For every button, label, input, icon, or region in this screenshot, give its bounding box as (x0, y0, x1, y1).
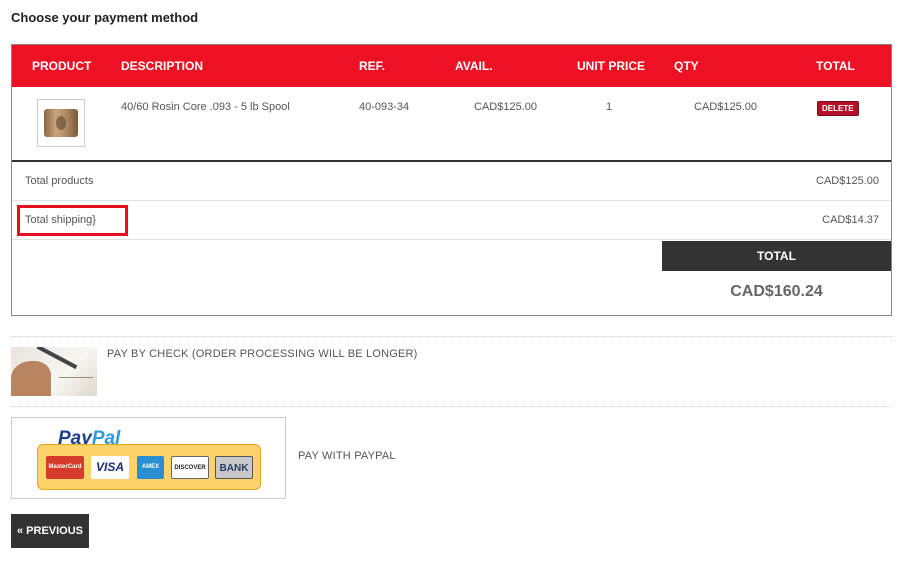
column-header-avail: AVAIL. (455, 59, 493, 73)
cart-summary-table: PRODUCT DESCRIPTION REF. AVAIL. UNIT PRI… (11, 44, 892, 316)
grand-total-header: TOTAL (662, 241, 891, 271)
total-shipping-row: Total shipping} CAD$14.37 (12, 201, 891, 240)
payment-divider (11, 406, 892, 407)
total-shipping-value: CAD$14.37 (822, 214, 879, 226)
paypal-cards-panel: MasterCard VISA AMEX DISCOVER BANK (37, 444, 261, 490)
total-products-value: CAD$125.00 (816, 175, 879, 187)
column-header-ref: REF. (359, 59, 386, 73)
pay-by-check-link[interactable]: PAY BY CHECK (ORDER PROCESSING WILL BE L… (107, 348, 418, 360)
page-title: Choose your payment method (11, 10, 199, 25)
discover-icon: DISCOVER (171, 456, 209, 479)
cart-table-header: PRODUCT DESCRIPTION REF. AVAIL. UNIT PRI… (12, 45, 891, 87)
pay-with-paypal-link[interactable]: PAY WITH PAYPAL (298, 450, 396, 462)
bank-icon: BANK (215, 456, 253, 479)
total-products-label: Total products (25, 175, 94, 187)
column-header-unit-price: UNIT PRICE (577, 59, 646, 73)
hand-icon (11, 361, 51, 396)
column-header-description: DESCRIPTION (121, 59, 204, 73)
payment-divider (11, 336, 892, 337)
item-qty: 1 (606, 101, 613, 113)
column-header-qty: QTY (674, 59, 699, 73)
delete-item-button[interactable]: DELETE (817, 101, 859, 116)
item-total: CAD$125.00 (694, 101, 757, 113)
item-unit-price: CAD$125.00 (474, 101, 537, 113)
column-header-product: PRODUCT (32, 59, 92, 73)
item-description[interactable]: 40/60 Rosin Core .093 - 5 lb Spool (121, 101, 290, 113)
paypal-option[interactable]: PayPal MasterCard VISA AMEX DISCOVER BAN… (11, 417, 286, 499)
total-shipping-label: Total shipping} (25, 214, 96, 226)
mastercard-icon: MasterCard (46, 456, 84, 479)
previous-button[interactable]: « PREVIOUS (11, 514, 89, 548)
grand-total-value: CAD$160.24 (730, 283, 823, 300)
solder-spool-image (44, 109, 78, 137)
check-payment-image[interactable] (11, 347, 97, 396)
column-header-total: TOTAL (816, 59, 855, 73)
product-thumbnail[interactable] (37, 99, 85, 147)
amex-icon: AMEX (137, 456, 164, 479)
item-ref: 40-093-34 (359, 101, 410, 113)
signature-line (59, 377, 93, 378)
cart-item-row: 40/60 Rosin Core .093 - 5 lb Spool 40-09… (12, 87, 891, 162)
total-products-row: Total products CAD$125.00 (12, 162, 891, 201)
visa-icon: VISA (91, 456, 129, 479)
